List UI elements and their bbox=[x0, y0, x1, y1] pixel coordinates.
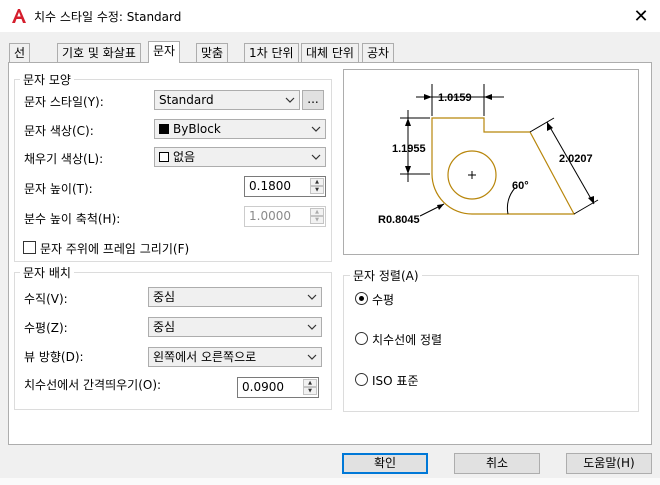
tab-symbols-arrows[interactable]: 기호 및 화살표 bbox=[57, 43, 141, 62]
spin-up-icon: ▲ bbox=[310, 208, 324, 216]
close-button[interactable]: ✕ bbox=[625, 3, 657, 29]
window-title: 치수 스타일 수정: Standard bbox=[34, 10, 182, 24]
spin-down-icon[interactable]: ▼ bbox=[310, 186, 324, 194]
text-color-dropdown[interactable]: ByBlock bbox=[154, 119, 326, 139]
preview-drawing: 1.0159 1.1955 2.0207 60° R0.8045 bbox=[378, 84, 599, 226]
text-appearance-title: 문자 모양 bbox=[20, 71, 74, 88]
text-alignment-title: 문자 정렬(A) bbox=[350, 267, 422, 284]
autocad-a-icon bbox=[10, 7, 28, 25]
horizontal-dropdown[interactable]: 중심 bbox=[148, 317, 322, 337]
view-direction-dropdown[interactable]: 왼쪽에서 오른쪽으로 bbox=[148, 347, 322, 367]
text-style-label: 문자 스타일(Y): bbox=[24, 95, 104, 109]
vertical-dropdown[interactable]: 중심 bbox=[148, 287, 322, 307]
chevron-down-icon bbox=[311, 126, 321, 132]
spin-down-icon[interactable]: ▼ bbox=[303, 387, 317, 395]
help-button[interactable]: 도움말(H) bbox=[566, 453, 652, 474]
fraction-height-spinner: 1.0000 ▲ ▼ bbox=[244, 206, 326, 227]
align-with-dimline-label: 치수선에 정렬 bbox=[372, 333, 443, 347]
tab-fit[interactable]: 맞춤 bbox=[196, 43, 229, 62]
color-swatch-icon bbox=[159, 124, 169, 134]
close-icon: ✕ bbox=[633, 5, 649, 27]
text-height-spinner[interactable]: 0.1800 ▲ ▼ bbox=[244, 176, 326, 197]
draw-frame-label: 문자 주위에 프레임 그리기(F) bbox=[40, 242, 190, 256]
offset-label: 치수선에서 간격띄우기(O): bbox=[24, 378, 162, 392]
tab-alternate-units[interactable]: 대체 단위 bbox=[301, 43, 359, 62]
text-placement-title: 문자 배치 bbox=[20, 264, 74, 281]
text-color-label: 문자 색상(C): bbox=[24, 124, 94, 138]
view-direction-label: 뷰 방향(D): bbox=[24, 350, 84, 364]
text-height-label: 문자 높이(T): bbox=[24, 182, 93, 196]
offset-spinner[interactable]: 0.0900 ▲ ▼ bbox=[237, 377, 319, 398]
chevron-down-icon bbox=[311, 154, 321, 160]
dim-right-text: 2.0207 bbox=[559, 153, 593, 165]
dim-angle-text: 60° bbox=[512, 180, 529, 192]
fill-color-label: 채우기 색상(L): bbox=[24, 152, 104, 166]
tab-text[interactable]: 문자 bbox=[148, 41, 181, 63]
tab-primary-units[interactable]: 1차 단위 bbox=[244, 43, 299, 62]
dimension-preview: 1.0159 1.1955 2.0207 60° R0.8045 bbox=[343, 69, 639, 255]
align-with-dimline-radio[interactable] bbox=[355, 332, 368, 345]
horizontal-label: 수평(Z): bbox=[24, 321, 68, 335]
dim-top-text: 1.0159 bbox=[438, 92, 472, 104]
vertical-label: 수직(V): bbox=[24, 292, 68, 306]
fraction-height-label: 분수 높이 축척(H): bbox=[24, 212, 121, 226]
draw-frame-checkbox[interactable] bbox=[23, 241, 36, 254]
radio-selected-dot bbox=[359, 296, 364, 301]
cancel-button[interactable]: 취소 bbox=[454, 453, 540, 474]
bottom-strip bbox=[0, 478, 660, 485]
text-style-browse-button[interactable]: ... bbox=[302, 90, 324, 110]
chevron-down-icon bbox=[307, 354, 317, 360]
dim-radius-text: R0.8045 bbox=[378, 214, 420, 226]
text-style-dropdown[interactable]: Standard bbox=[154, 90, 300, 110]
align-iso-radio[interactable] bbox=[355, 373, 368, 386]
align-horizontal-label: 수평 bbox=[372, 293, 395, 307]
spin-up-icon[interactable]: ▲ bbox=[310, 178, 324, 186]
empty-swatch-icon bbox=[159, 152, 169, 162]
align-iso-label: ISO 표준 bbox=[372, 374, 419, 388]
spin-up-icon[interactable]: ▲ bbox=[303, 379, 317, 387]
tab-lines[interactable]: 선 bbox=[9, 43, 31, 62]
dim-left-text: 1.1955 bbox=[392, 143, 426, 155]
fill-color-dropdown[interactable]: 없음 bbox=[154, 147, 326, 167]
chevron-down-icon bbox=[285, 97, 295, 103]
chevron-down-icon bbox=[307, 294, 317, 300]
chevron-down-icon bbox=[307, 324, 317, 330]
align-horizontal-radio[interactable] bbox=[355, 292, 368, 305]
tab-tolerances[interactable]: 공차 bbox=[362, 43, 395, 62]
spin-down-icon: ▼ bbox=[310, 216, 324, 224]
ok-button[interactable]: 확인 bbox=[342, 453, 428, 474]
